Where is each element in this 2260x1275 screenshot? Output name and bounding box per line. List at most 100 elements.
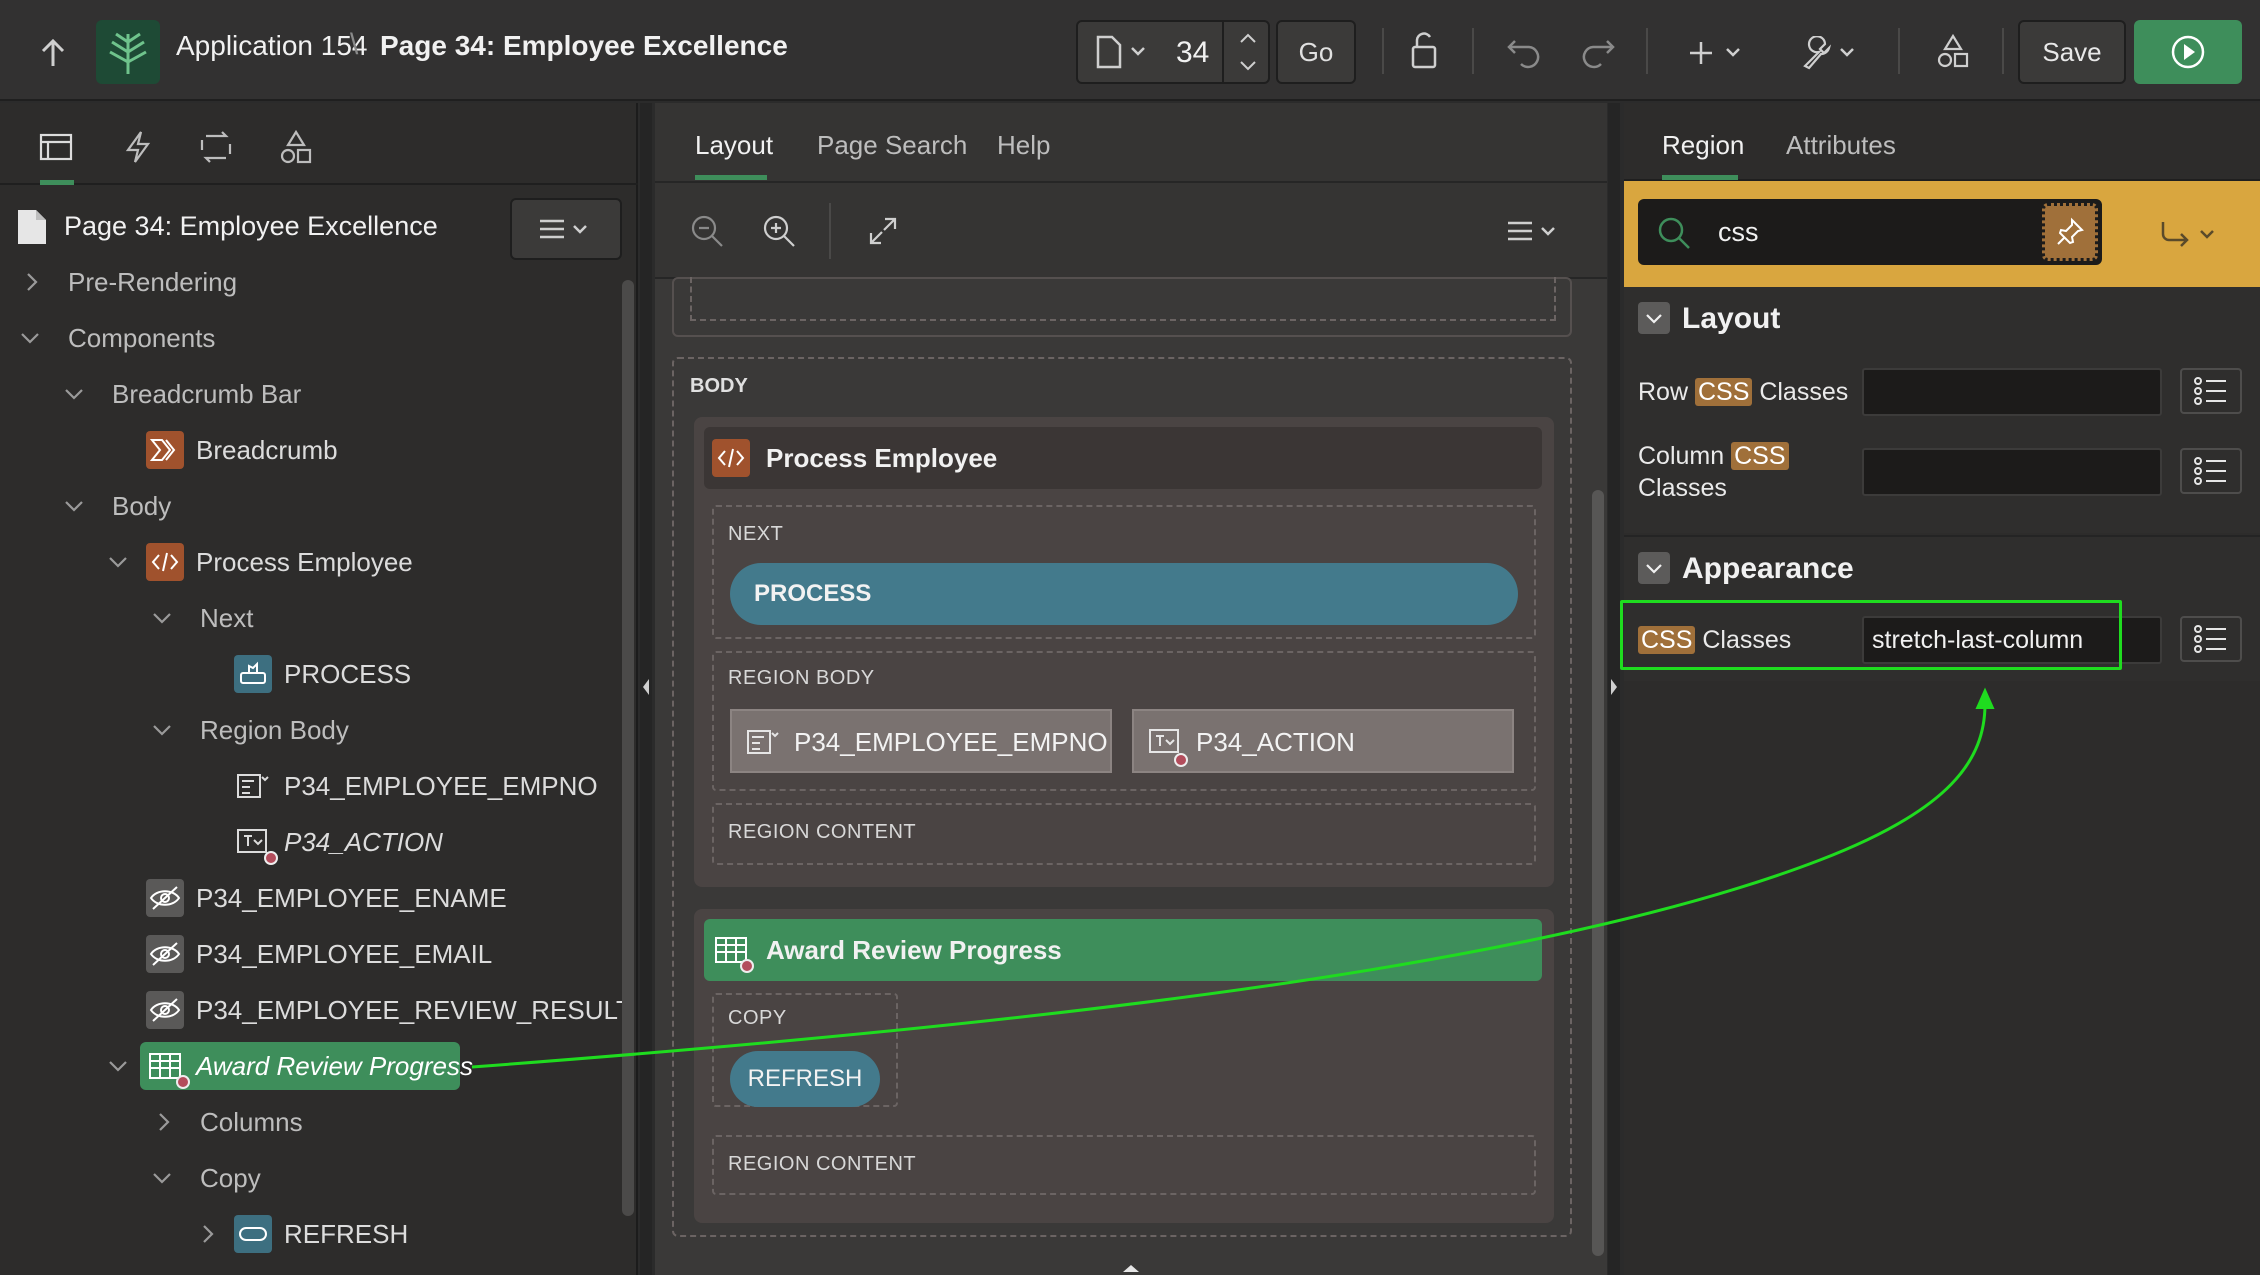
tree-item-body[interactable]: Body <box>112 486 171 526</box>
tree-item-breadcrumb[interactable]: Breadcrumb <box>196 430 338 470</box>
left-scrollbar[interactable] <box>622 280 634 1216</box>
tab-page-search[interactable]: Page Search <box>817 130 967 161</box>
p34-employee-empno-field[interactable]: P34_EMPLOYEE_EMPNO <box>730 709 1112 773</box>
layout-section-title[interactable]: Layout <box>1682 302 1780 336</box>
collapse-right-icon[interactable] <box>1609 676 1619 698</box>
chevron-down-icon[interactable] <box>150 1166 174 1190</box>
center-tabs: Layout Page Search Help <box>655 103 1607 183</box>
css-classes-list-button[interactable] <box>2180 616 2242 662</box>
up-arrow-icon[interactable] <box>30 30 76 76</box>
run-page-button[interactable] <box>2134 20 2242 84</box>
collapse-bottom-icon[interactable] <box>1120 1262 1142 1274</box>
tab-dynamic-actions-icon[interactable] <box>116 125 160 169</box>
page-down-icon[interactable] <box>1228 54 1268 78</box>
tree-item-columns[interactable]: Columns <box>200 1102 303 1142</box>
collapse-left-icon[interactable] <box>641 676 651 698</box>
tree-item-p34-employee-empno[interactable]: P34_EMPLOYEE_EMPNO <box>284 766 598 806</box>
tree-item-region-body[interactable]: Region Body <box>200 710 349 750</box>
tree-item-p34-employee-email[interactable]: P34_EMPLOYEE_EMAIL <box>196 934 492 974</box>
undo-icon[interactable] <box>1502 30 1548 76</box>
shared-components-icon[interactable] <box>1930 28 1976 74</box>
chevron-down-icon[interactable] <box>106 550 130 574</box>
layout-toolbar <box>655 183 1607 279</box>
row-css-classes-input[interactable] <box>1862 368 2162 416</box>
search-icon <box>1658 217 1690 249</box>
tree-item-process-employee[interactable]: Process Employee <box>196 542 413 582</box>
chevron-down-icon[interactable] <box>62 382 86 406</box>
tree-item-process-button[interactable]: PROCESS <box>284 654 411 694</box>
tree-menu-button[interactable] <box>510 198 622 260</box>
list-icon <box>2194 625 2226 653</box>
app-logo-icon <box>96 20 160 84</box>
select-list-icon <box>747 730 779 754</box>
tab-shared-components-icon[interactable] <box>274 125 318 169</box>
tree-item-copy[interactable]: Copy <box>200 1158 261 1198</box>
button-icon <box>234 655 272 693</box>
unlock-icon[interactable] <box>1400 28 1446 74</box>
code-region-icon <box>712 439 750 477</box>
page-up-icon[interactable] <box>1228 26 1268 50</box>
page-node[interactable]: Page 34: Employee Excellence <box>64 206 438 246</box>
tree-item-next[interactable]: Next <box>200 598 253 638</box>
radio-group-icon <box>1149 729 1179 753</box>
tab-layout[interactable]: Layout <box>695 130 773 161</box>
tree-item-p34-action[interactable]: P34_ACTION <box>284 822 443 862</box>
menu-icon <box>540 219 587 239</box>
list-icon <box>2194 377 2226 405</box>
p34-action-field[interactable]: P34_ACTION <box>1132 709 1514 773</box>
pin-icon <box>2057 217 2084 245</box>
save-button[interactable]: Save <box>2018 20 2126 84</box>
award-review-progress-header[interactable]: Award Review Progress <box>704 919 1542 981</box>
property-search-field[interactable]: css <box>1638 199 2102 265</box>
zoom-out-icon[interactable] <box>685 209 729 253</box>
tree-item-breadcrumb-bar[interactable]: Breadcrumb Bar <box>112 374 301 414</box>
tree-item-p34-employee-review-result[interactable]: P34_EMPLOYEE_REVIEW_RESULT <box>196 990 632 1030</box>
process-button[interactable]: PROCESS <box>730 563 1518 625</box>
appearance-section-title[interactable]: Appearance <box>1682 552 1854 586</box>
expand-icon[interactable] <box>861 209 905 253</box>
chevron-down-icon[interactable] <box>150 606 174 630</box>
top-toolbar: Application 154 \ Page 34: Employee Exce… <box>0 0 2260 101</box>
tab-region[interactable]: Region <box>1662 130 1744 161</box>
chevron-down-icon[interactable] <box>62 494 86 518</box>
row-css-list-button[interactable] <box>2180 368 2242 414</box>
tab-attributes[interactable]: Attributes <box>1786 130 1896 161</box>
chevron-down-icon[interactable] <box>150 718 174 742</box>
p34-action-label: P34_ACTION <box>1196 727 1355 757</box>
layout-canvas: BODY Process Employee NEXT PROCESS REGIO… <box>670 277 1572 1241</box>
search-input[interactable]: css <box>1718 217 1759 248</box>
zoom-in-icon[interactable] <box>757 209 801 253</box>
redo-icon[interactable] <box>1574 30 1620 76</box>
layout-scrollbar[interactable] <box>1592 490 1604 1256</box>
tab-processing-icon[interactable] <box>194 125 238 169</box>
chevron-right-icon[interactable] <box>152 1110 176 1134</box>
tab-help[interactable]: Help <box>997 130 1050 161</box>
column-css-list-button[interactable] <box>2180 448 2242 494</box>
page-icon[interactable] <box>1092 32 1152 72</box>
go-button[interactable]: Go <box>1276 20 1356 84</box>
go-to-group-icon[interactable] <box>2150 215 2230 255</box>
chevron-right-icon[interactable] <box>196 1222 220 1246</box>
page-number-input[interactable]: 34 <box>1176 36 1209 70</box>
chevron-down-icon[interactable] <box>18 326 42 350</box>
chevron-down-icon[interactable] <box>1638 302 1670 334</box>
create-menu-icon[interactable] <box>1684 30 1754 76</box>
tab-rendering-icon[interactable] <box>34 125 78 169</box>
condition-dot <box>176 1075 190 1089</box>
tree-item-p34-employee-ename[interactable]: P34_EMPLOYEE_ENAME <box>196 878 507 918</box>
column-css-classes-input[interactable] <box>1862 448 2162 496</box>
process-employee-header[interactable]: Process Employee <box>704 427 1542 489</box>
chevron-down-icon[interactable] <box>1638 552 1670 584</box>
chevron-right-icon[interactable] <box>20 270 44 294</box>
region-content-label-2: REGION CONTENT <box>728 1153 917 1175</box>
chevron-down-icon[interactable] <box>106 1054 130 1078</box>
tree-item-components[interactable]: Components <box>68 318 215 358</box>
app-title[interactable]: Application 154 <box>176 30 367 62</box>
pin-button[interactable] <box>2042 203 2098 261</box>
p34-employee-empno-label: P34_EMPLOYEE_EMPNO <box>794 727 1108 757</box>
layout-menu-icon[interactable] <box>1499 211 1569 251</box>
tree-item-refresh[interactable]: REFRESH <box>284 1214 408 1254</box>
wrench-menu-icon[interactable] <box>1796 30 1866 76</box>
tree-item-pre-rendering[interactable]: Pre-Rendering <box>68 262 237 302</box>
refresh-button[interactable]: REFRESH <box>730 1051 880 1107</box>
